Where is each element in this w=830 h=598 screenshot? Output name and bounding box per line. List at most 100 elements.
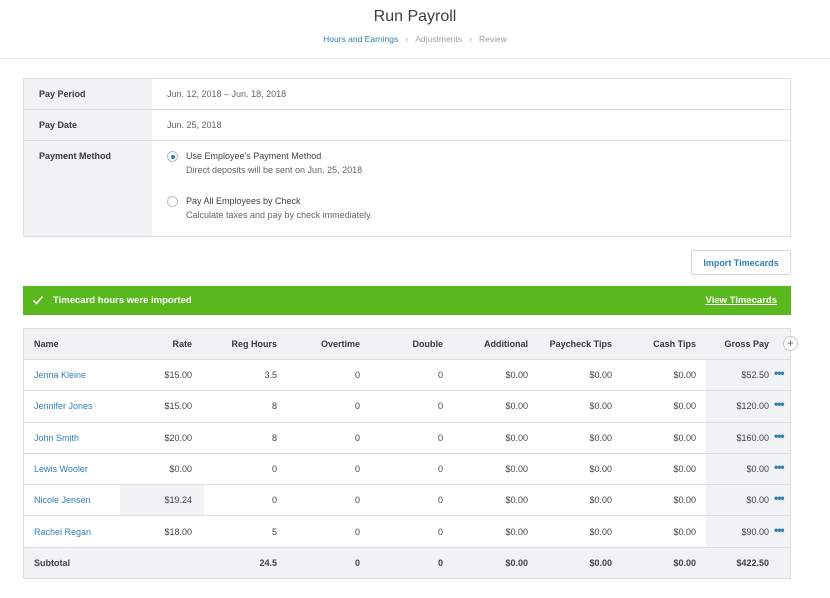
chevron-right-icon: › [469, 34, 473, 44]
cash-tips-cell[interactable]: $0.00 [673, 360, 696, 390]
payment-method-label: Payment Method [39, 151, 112, 161]
pay-date-row: Pay Date Jun. 25, 2018 [24, 110, 790, 141]
payroll-table: Name Rate Reg Hours Overtime Double Addi… [23, 328, 791, 580]
step-adjustments[interactable]: Adjustments [415, 34, 462, 44]
overtime-cell[interactable]: 0 [355, 485, 360, 515]
header-name[interactable]: Name [34, 329, 59, 359]
header-double[interactable]: Double [413, 329, 444, 359]
checkmark-icon [32, 295, 44, 305]
double-cell[interactable]: 0 [438, 485, 443, 515]
paycheck-tips-cell[interactable]: $0.00 [589, 391, 612, 421]
more-options-icon[interactable]: ••• [774, 398, 788, 412]
reg-hours-cell[interactable]: 0 [272, 485, 277, 515]
employee-name-link[interactable]: Jennifer Jones [34, 391, 93, 421]
rate-cell[interactable]: $19.24 [164, 485, 192, 515]
double-cell[interactable]: 0 [438, 360, 443, 390]
view-timecards-link[interactable]: View Timecards [706, 295, 777, 306]
table-row: Lewis Wooler $0.00 0 0 0 $0.00 $0.00 $0.… [24, 453, 790, 486]
reg-hours-cell[interactable]: 0 [272, 454, 277, 484]
step-hours-and-earnings[interactable]: Hours and Earnings [323, 34, 398, 44]
gross-pay-cell: $160.00 [736, 432, 769, 443]
subtotal-gross-pay: $422.50 [736, 557, 769, 568]
table-header-row: Name Rate Reg Hours Overtime Double Addi… [24, 329, 790, 360]
pay-period-label: Pay Period [39, 89, 86, 99]
table-row: John Smith $20.00 8 0 0 $0.00 $0.00 $0.0… [24, 422, 790, 454]
step-review[interactable]: Review [479, 34, 507, 44]
header-gross-pay: Gross Pay [724, 339, 769, 349]
employee-name-link[interactable]: John Smith [34, 423, 79, 453]
pay-date-label: Pay Date [39, 120, 78, 130]
reg-hours-cell[interactable]: 8 [272, 423, 277, 453]
overtime-cell[interactable]: 0 [355, 516, 360, 546]
paycheck-tips-cell[interactable]: $0.00 [589, 454, 612, 484]
add-column-plus-icon[interactable]: + [783, 336, 798, 351]
header-overtime[interactable]: Overtime [321, 329, 360, 359]
pay-period-value: Jun. 12, 2018 – Jun. 18, 2018 [167, 89, 287, 99]
gross-pay-cell: $0.00 [746, 464, 769, 475]
subtotal-row: Subtotal 24.5 0 0 $0.00 $0.00 $0.00 $422… [24, 547, 790, 580]
table-row: Jenna Kleine $15.00 3.5 0 0 $0.00 $0.00 … [24, 360, 790, 392]
employee-method-title[interactable]: Use Employee's Payment Method [186, 151, 321, 161]
cash-tips-cell[interactable]: $0.00 [673, 516, 696, 546]
double-cell[interactable]: 0 [438, 516, 443, 546]
chevron-right-icon: › [405, 34, 409, 44]
overtime-cell[interactable]: 0 [355, 454, 360, 484]
header-reg-hours[interactable]: Reg Hours [231, 329, 277, 359]
cash-tips-cell[interactable]: $0.00 [673, 391, 696, 421]
double-cell[interactable]: 0 [438, 454, 443, 484]
employee-name-link[interactable]: Rachel Regan [34, 516, 91, 546]
rate-cell[interactable]: $15.00 [164, 391, 192, 421]
reg-hours-cell[interactable]: 8 [272, 391, 277, 421]
subtotal-additional: $0.00 [505, 557, 528, 568]
overtime-cell[interactable]: 0 [355, 391, 360, 421]
more-options-icon[interactable]: ••• [774, 492, 788, 506]
rate-cell[interactable]: $20.00 [164, 423, 192, 453]
rate-cell[interactable]: $15.00 [164, 360, 192, 390]
overtime-cell[interactable]: 0 [355, 360, 360, 390]
additional-cell[interactable]: $0.00 [505, 360, 528, 390]
reg-hours-cell[interactable]: 5 [272, 516, 277, 546]
overtime-cell[interactable]: 0 [355, 423, 360, 453]
header-additional[interactable]: Additional [484, 329, 528, 359]
double-cell[interactable]: 0 [438, 423, 443, 453]
employee-name-link[interactable]: Nicole Jensen [34, 485, 91, 515]
more-options-icon[interactable]: ••• [774, 367, 788, 381]
employee-method-subtitle: Direct deposits will be sent on Jun. 25,… [186, 165, 363, 175]
paycheck-tips-cell[interactable]: $0.00 [589, 360, 612, 390]
additional-cell[interactable]: $0.00 [505, 516, 528, 546]
additional-cell[interactable]: $0.00 [505, 423, 528, 453]
subtotal-label: Subtotal [34, 557, 70, 568]
cash-tips-cell[interactable]: $0.00 [673, 423, 696, 453]
reg-hours-cell[interactable]: 3.5 [264, 360, 277, 390]
rate-cell[interactable]: $0.00 [169, 454, 192, 484]
table-row: Jennifer Jones $15.00 8 0 0 $0.00 $0.00 … [24, 391, 790, 423]
paycheck-tips-cell[interactable]: $0.00 [589, 423, 612, 453]
cash-tips-cell[interactable]: $0.00 [673, 485, 696, 515]
check-method-subtitle: Calculate taxes and pay by check immedia… [186, 210, 373, 220]
employee-name-link[interactable]: Lewis Wooler [34, 454, 88, 484]
table-row: Rachel Regan $18.00 5 0 0 $0.00 $0.00 $0… [24, 516, 790, 548]
additional-cell[interactable]: $0.00 [505, 454, 528, 484]
rate-cell[interactable]: $18.00 [164, 516, 192, 546]
more-options-icon[interactable]: ••• [774, 430, 788, 444]
header-paycheck-tips[interactable]: Paycheck Tips [550, 329, 612, 359]
header-cash-tips[interactable]: Cash Tips [653, 329, 696, 359]
cash-tips-cell[interactable]: $0.00 [673, 454, 696, 484]
additional-cell[interactable]: $0.00 [505, 485, 528, 515]
more-options-icon[interactable]: ••• [774, 461, 788, 475]
paycheck-tips-cell[interactable]: $0.00 [589, 485, 612, 515]
check-method-title[interactable]: Pay All Employees by Check [186, 196, 301, 206]
import-timecards-button[interactable]: Import Timecards [691, 250, 791, 275]
additional-cell[interactable]: $0.00 [505, 391, 528, 421]
header-rate[interactable]: Rate [172, 329, 192, 359]
employee-name-link[interactable]: Jenna Kleine [34, 360, 86, 390]
paycheck-tips-cell[interactable]: $0.00 [589, 516, 612, 546]
banner-message: Timecard hours were imported [53, 295, 192, 306]
check-method-radio[interactable] [167, 196, 178, 207]
step-breadcrumb: Hours and Earnings › Adjustments › Revie… [0, 34, 830, 44]
page-header: Run Payroll Hours and Earnings › Adjustm… [0, 0, 830, 59]
subtotal-paycheck-tips: $0.00 [589, 557, 612, 568]
employee-method-radio[interactable] [167, 151, 178, 162]
more-options-icon[interactable]: ••• [774, 524, 788, 538]
double-cell[interactable]: 0 [438, 391, 443, 421]
